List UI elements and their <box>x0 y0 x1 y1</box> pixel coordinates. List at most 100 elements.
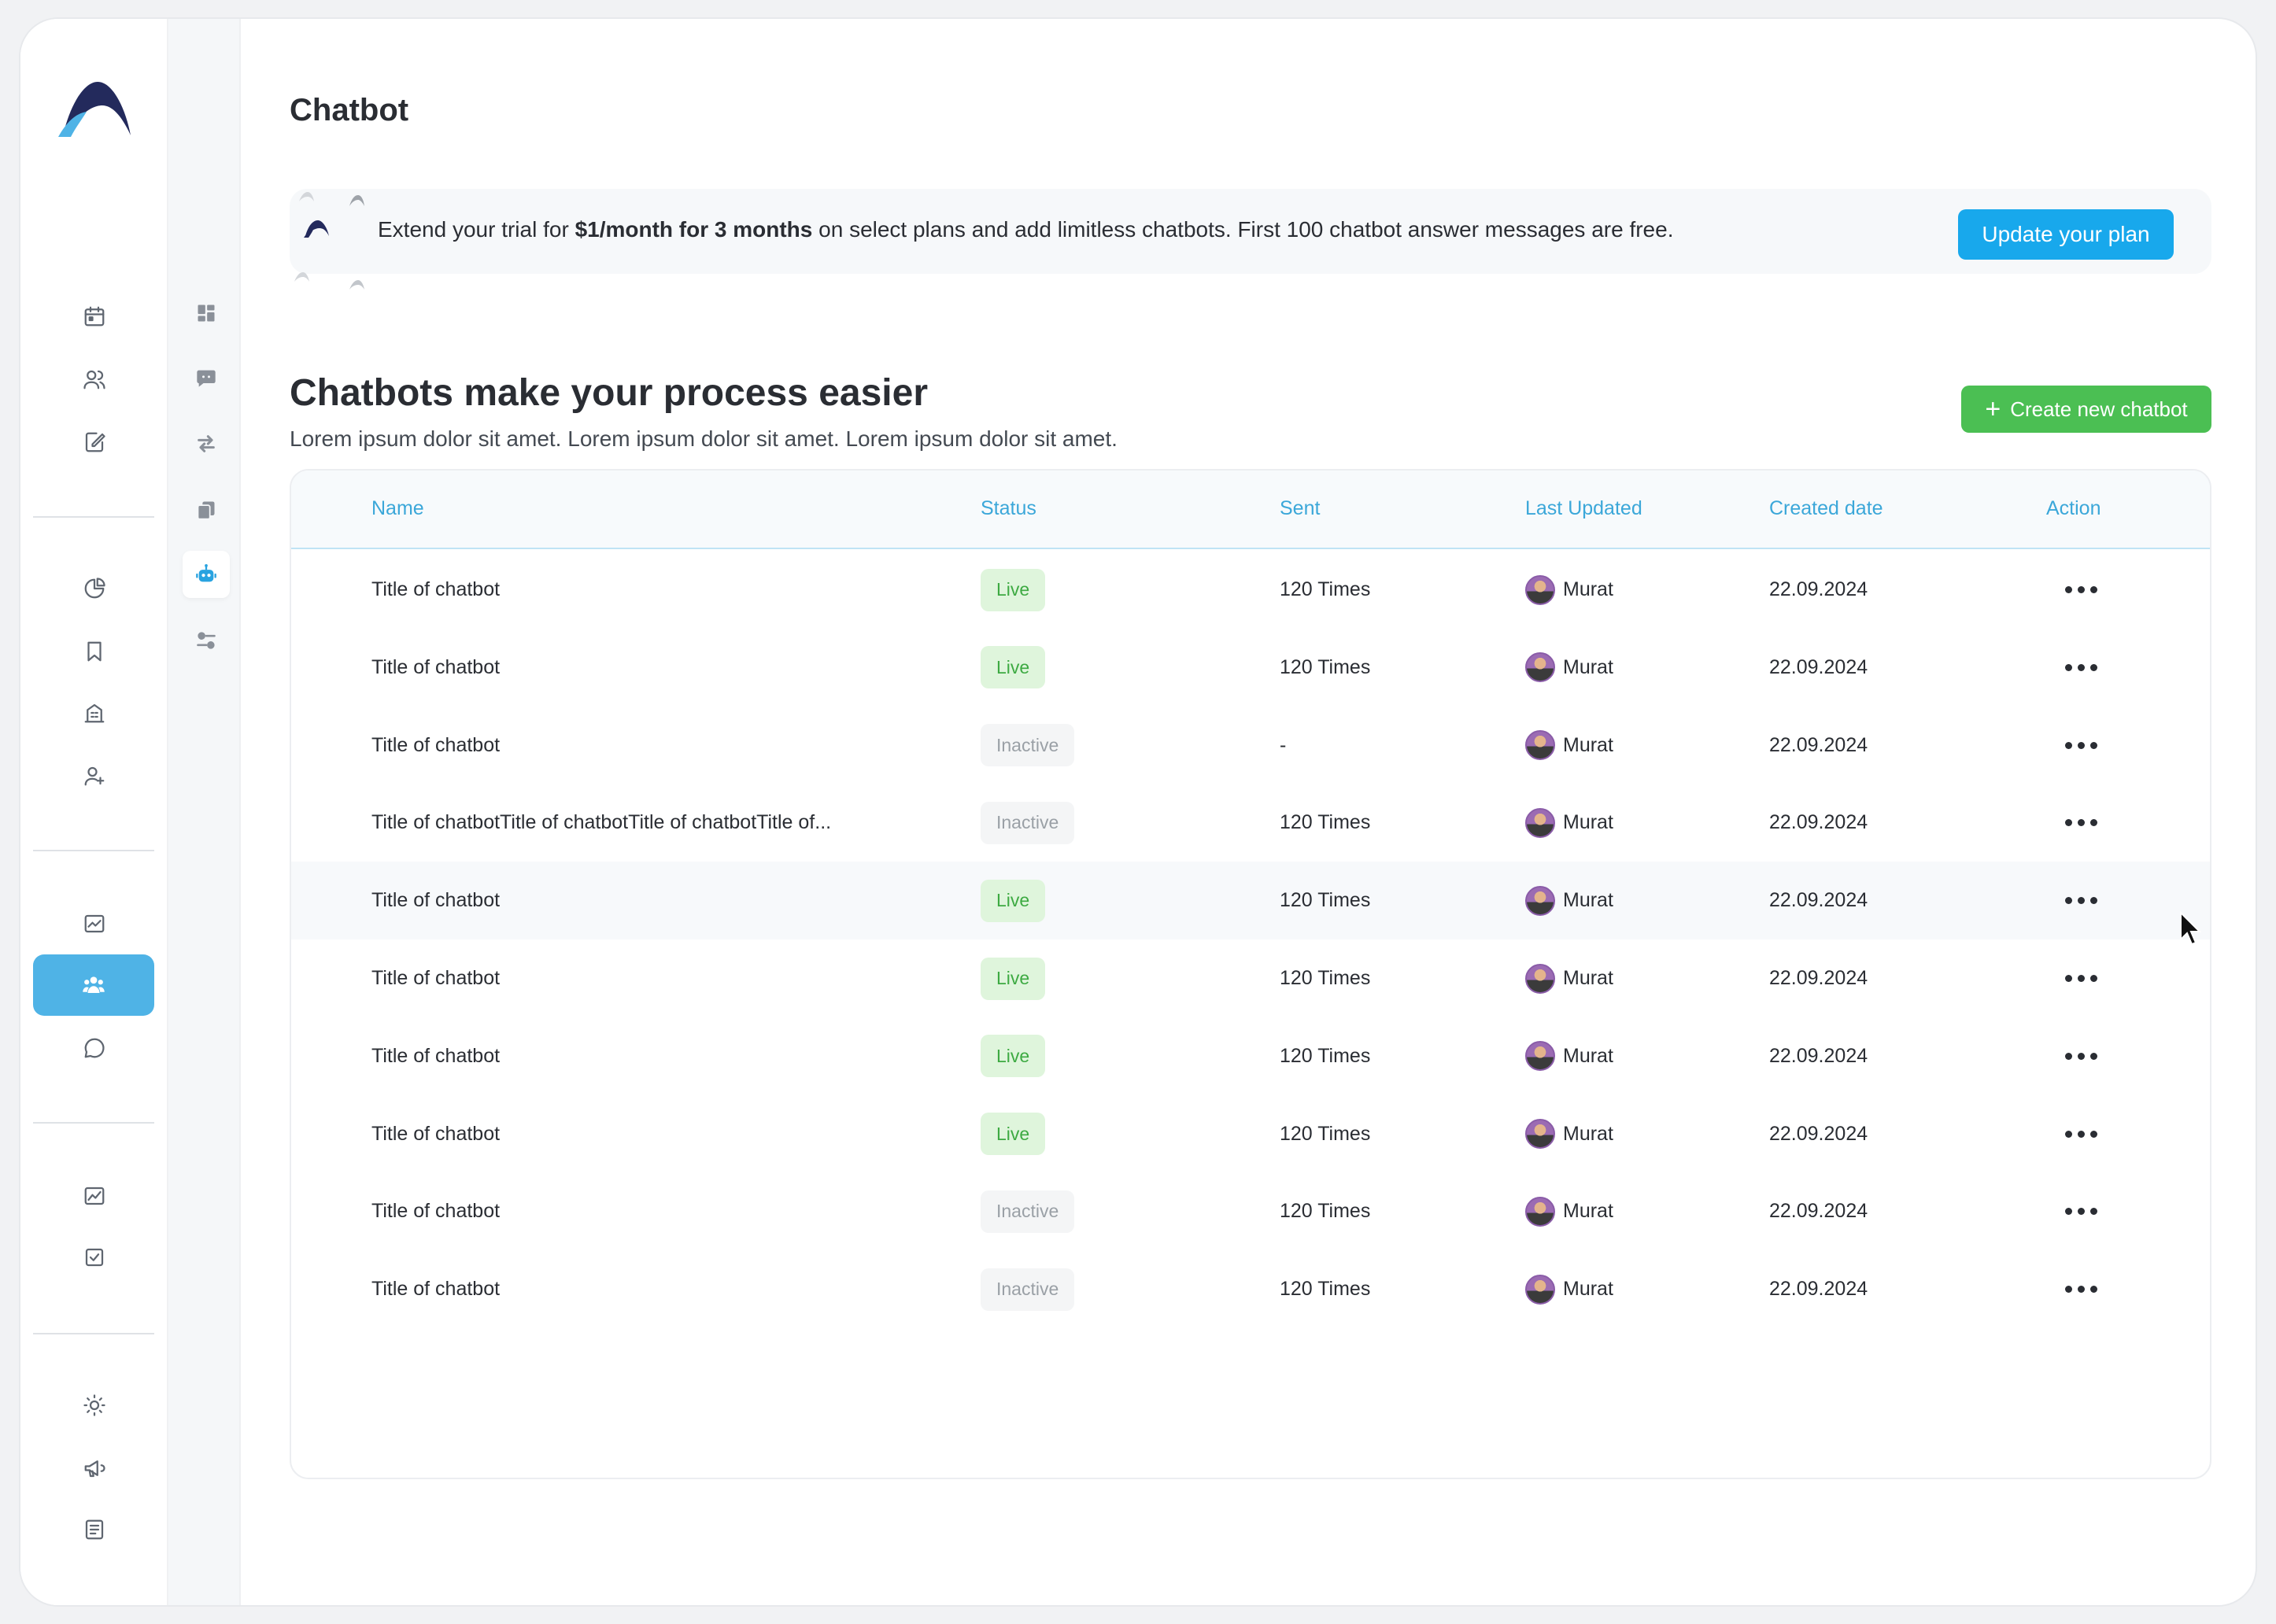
chatbot-name[interactable]: Title of chatbot <box>371 1095 500 1173</box>
robot-icon <box>195 563 217 585</box>
created-date: 22.09.2024 <box>1769 1044 1868 1067</box>
sent-count: - <box>1280 733 1287 756</box>
subnav-robot-button[interactable] <box>183 551 230 598</box>
subnav-copy-button[interactable] <box>183 486 230 533</box>
app-logo[interactable] <box>57 79 132 142</box>
row-actions-button[interactable] <box>2065 1017 2097 1095</box>
last-updated-cell: Murat <box>1525 939 1613 1017</box>
chatbot-name[interactable]: Title of chatbot <box>371 707 500 784</box>
sidebar-edit-note-button[interactable] <box>63 417 126 467</box>
row-actions-button[interactable] <box>2065 629 2097 707</box>
last-updated-cell: Murat <box>1525 1172 1613 1250</box>
chatbot-name[interactable]: Title of chatbotTitle of chatbotTitle of… <box>371 784 831 862</box>
chatbot-name[interactable]: Title of chatbot <box>371 1172 500 1250</box>
sent-count: 120 Times <box>1280 1200 1371 1223</box>
update-plan-button[interactable]: Update your plan <box>1958 209 2174 260</box>
more-dots-icon <box>2065 1052 2097 1060</box>
sidebar-users-button[interactable] <box>63 354 126 404</box>
megaphone-icon <box>83 1456 106 1480</box>
created-date: 22.09.2024 <box>1769 967 1868 989</box>
sidebar-add-user-button[interactable] <box>63 751 126 801</box>
sidebar-divider <box>33 850 154 851</box>
row-actions-button[interactable] <box>2065 784 2097 862</box>
status-cell: Live <box>981 1095 1046 1173</box>
app-window: Chatbot Extend your trial for $1/month f… <box>20 19 2256 1605</box>
more-dots-icon <box>2065 663 2097 671</box>
sidebar-analytics-button[interactable] <box>63 1171 126 1221</box>
chatbot-name[interactable]: Title of chatbot <box>371 862 500 939</box>
last-updated-cell: Murat <box>1525 862 1613 939</box>
more-dots-icon <box>2065 1130 2097 1138</box>
table-row[interactable]: Title of chatbot Inactive 120 Times Mura… <box>291 1172 2210 1250</box>
avatar <box>1525 574 1555 605</box>
chatbot-name[interactable]: Title of chatbot <box>371 939 500 1017</box>
status-cell: Inactive <box>981 1172 1075 1250</box>
sent-count: 120 Times <box>1280 811 1371 834</box>
table-row[interactable]: Title of chatbot Inactive 120 Times Mura… <box>291 1250 2210 1328</box>
column-header-action: Action <box>2046 497 2101 519</box>
chatbot-name[interactable]: Title of chatbot <box>371 551 500 629</box>
sidebar-pie-chart-button[interactable] <box>63 563 126 614</box>
column-header-status[interactable]: Status <box>981 497 1036 520</box>
chatbot-name[interactable]: Title of chatbot <box>371 1250 500 1328</box>
row-actions-button[interactable] <box>2065 551 2097 629</box>
avatar <box>1525 1196 1555 1227</box>
created-date: 22.09.2024 <box>1769 578 1868 600</box>
row-actions-button[interactable] <box>2065 1172 2097 1250</box>
table-row[interactable]: Title of chatbot Live 120 Times Murat 22… <box>291 1095 2210 1173</box>
banner-message: Extend your trial for $1/month for 3 mon… <box>378 217 1674 242</box>
sidebar-team-button[interactable] <box>33 954 154 1016</box>
column-header-created-date[interactable]: Created date <box>1769 497 1883 520</box>
chatbot-name[interactable]: Title of chatbot <box>371 629 500 707</box>
status-badge: Live <box>981 879 1046 922</box>
last-updated-cell: Murat <box>1525 1095 1613 1173</box>
table-row[interactable]: Title of chatbot Live 120 Times Murat 22… <box>291 551 2210 629</box>
table-row[interactable]: Title of chatbotTitle of chatbotTitle of… <box>291 784 2210 862</box>
avatar <box>1525 963 1555 994</box>
subnav-dashboard-button[interactable] <box>183 290 230 337</box>
table-row[interactable]: Title of chatbot Live 120 Times Murat 22… <box>291 862 2210 940</box>
table-row[interactable]: Title of chatbot Inactive - Murat 22.09.… <box>291 707 2210 784</box>
subnav-sliders-button[interactable] <box>183 617 230 664</box>
status-cell: Inactive <box>981 784 1075 862</box>
updated-by-name: Murat <box>1563 655 1613 678</box>
subnav-swap-button[interactable] <box>183 420 230 467</box>
column-header-sent[interactable]: Sent <box>1280 497 1320 520</box>
row-actions-button[interactable] <box>2065 1095 2097 1173</box>
table-row[interactable]: Title of chatbot Live 120 Times Murat 22… <box>291 629 2210 707</box>
status-cell: Live <box>981 629 1046 707</box>
table-row[interactable]: Title of chatbot Live 120 Times Murat 22… <box>291 1017 2210 1095</box>
sidebar-chat-bubble-button[interactable] <box>63 1023 126 1073</box>
sidebar-bookmark-button[interactable] <box>63 626 126 677</box>
row-actions-button[interactable] <box>2065 1250 2097 1328</box>
sent-count: 120 Times <box>1280 967 1371 989</box>
column-header-name[interactable]: Name <box>371 497 424 520</box>
column-header-last-updated[interactable]: Last Updated <box>1525 497 1642 520</box>
chatbot-name[interactable]: Title of chatbot <box>371 1017 500 1095</box>
sidebar-megaphone-button[interactable] <box>63 1443 126 1493</box>
updated-by-name: Murat <box>1563 1278 1613 1301</box>
chatbot-table: Name Status Sent Last Updated Created da… <box>290 469 2211 1479</box>
sidebar-trend-chart-button[interactable] <box>63 899 126 949</box>
updated-by-name: Murat <box>1563 1044 1613 1067</box>
sidebar-document-button[interactable] <box>63 1504 126 1555</box>
copy-icon <box>195 499 217 521</box>
mouse-cursor-icon <box>2180 911 2202 946</box>
sent-count: 120 Times <box>1280 655 1371 678</box>
analytics-icon <box>83 1184 106 1208</box>
row-actions-button[interactable] <box>2065 862 2097 939</box>
sidebar-building-button[interactable] <box>63 688 126 738</box>
sidebar-divider <box>33 1333 154 1334</box>
table-row[interactable]: Title of chatbot Live 120 Times Murat 22… <box>291 939 2210 1017</box>
row-actions-button[interactable] <box>2065 939 2097 1017</box>
banner-logo-decoration <box>294 192 364 290</box>
subnav-message-button[interactable] <box>183 354 230 401</box>
row-actions-button[interactable] <box>2065 707 2097 784</box>
sidebar-sun-button[interactable] <box>63 1380 126 1430</box>
checkbox-icon <box>83 1246 106 1269</box>
created-date: 22.09.2024 <box>1769 733 1868 756</box>
create-chatbot-button[interactable]: + Create new chatbot <box>1961 386 2211 433</box>
sidebar-checkbox-button[interactable] <box>63 1232 126 1283</box>
sidebar-calendar-button[interactable] <box>63 291 126 341</box>
avatar <box>1525 1119 1555 1150</box>
